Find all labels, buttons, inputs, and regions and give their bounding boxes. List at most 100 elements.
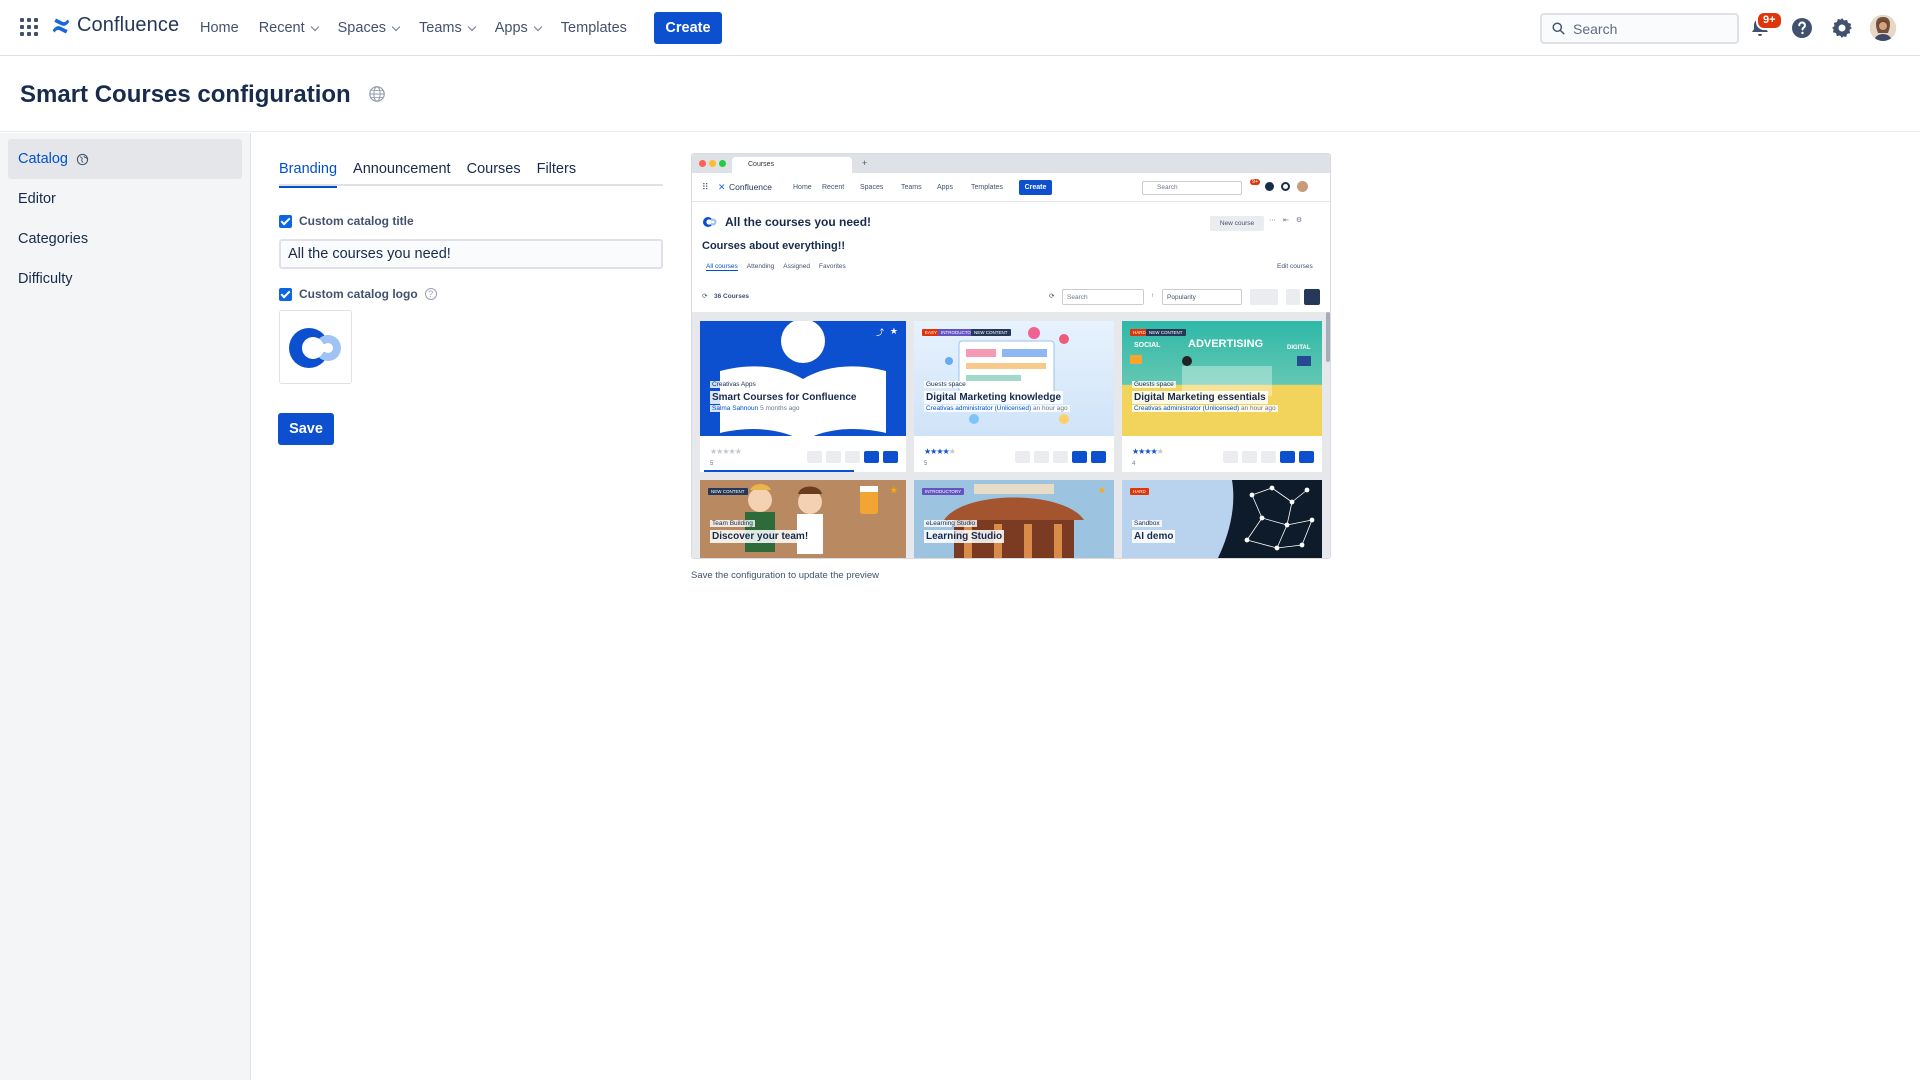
preview-new-course-button: New course	[1210, 216, 1264, 231]
rating-stars: ★★★★★	[1132, 447, 1164, 456]
preview-card-count: 5	[924, 461, 928, 467]
preview-card-footer: ★★★★★ 5	[914, 440, 1114, 472]
preview-browser-tab: Courses	[732, 157, 852, 173]
preview-card-space: Guests space	[924, 381, 968, 388]
preview-card-time: an hour ago	[1240, 405, 1276, 412]
tab-announcement[interactable]: Announcement	[353, 155, 459, 186]
preview-card-title: AI demo	[1132, 530, 1176, 543]
preview-card-count: 5	[710, 461, 714, 467]
preview-course-grid: ⤴ ★ Creativas Apps Smart Courses for Con…	[692, 312, 1330, 558]
catalog-preview: Courses + ⠿ ✕ Confluence Home Recent Spa…	[691, 153, 1331, 559]
preview-filter-button	[1250, 289, 1278, 305]
settings-icon[interactable]	[1830, 16, 1854, 40]
preview-course-card: ⤴ ★ Creativas Apps Smart Courses for Con…	[700, 321, 906, 472]
sidebar-item-difficulty[interactable]: Difficulty	[8, 259, 242, 299]
preview-card-title: Smart Courses for Confluence	[710, 391, 859, 404]
help-icon[interactable]	[1790, 16, 1814, 40]
preview-card-author: Creativas administrator (Unlicensed) an …	[924, 405, 1070, 412]
custom-title-label: Custom catalog title	[299, 214, 414, 228]
preview-card-title: Learning Studio	[924, 530, 1005, 543]
user-avatar[interactable]	[1870, 15, 1896, 41]
logo-upload[interactable]	[279, 310, 352, 384]
preview-card-tag: NEW CONTENT	[1146, 329, 1186, 336]
book-reader-illustration	[720, 321, 886, 441]
advertising-illustration: SOCIAL ADVERTISING DIGITAL	[1130, 338, 1311, 396]
preview-tab: Favorites	[819, 263, 846, 270]
nav-apps[interactable]: Apps	[485, 12, 551, 44]
custom-title-checkbox[interactable]	[279, 214, 292, 228]
custom-logo-label: Custom catalog logo	[299, 287, 418, 301]
preview-nav-link: Recent	[822, 184, 845, 191]
tab-courses[interactable]: Courses	[467, 155, 529, 186]
confluence-logo[interactable]: Confluence	[51, 14, 179, 37]
preview-card-actions	[1015, 451, 1106, 463]
preview-card-title: Digital Marketing essentials	[1132, 391, 1268, 404]
chevron-down-icon	[391, 22, 401, 31]
sidebar-item-categories[interactable]: Categories	[8, 219, 242, 259]
question-icon[interactable]: ?	[424, 288, 437, 300]
preview-tab: Attending	[746, 263, 775, 270]
search-box[interactable]	[1540, 13, 1739, 44]
nav-recent[interactable]: Recent	[249, 12, 328, 44]
preview-sort-icon: ↑	[1151, 292, 1155, 299]
preview-settings-icon	[1281, 182, 1290, 191]
preview-card-space: Sandbox	[1132, 520, 1162, 527]
preview-nav-link: Teams	[901, 184, 922, 191]
preview-count: 36 Courses	[714, 293, 750, 300]
preview-card-image	[700, 321, 906, 441]
chevron-down-icon	[467, 22, 476, 31]
preview-create-button: Create	[1019, 180, 1052, 195]
nav-templates[interactable]: Templates	[551, 12, 637, 44]
preview-course-card: EASY INTRODUCTORY NEW CONTENT Guests spa…	[914, 321, 1114, 472]
tab-filters[interactable]: Filters	[537, 155, 584, 186]
preview-catalog-title: All the courses you need!	[725, 215, 872, 229]
preview-confluence-icon: ✕	[718, 182, 726, 192]
preview-card-image: SOCIAL ADVERTISING DIGITAL	[1122, 321, 1322, 436]
minimize-dot-icon	[709, 160, 716, 167]
sidebar-item-editor[interactable]: Editor	[8, 179, 242, 219]
preview-card-space: Guests space	[1132, 381, 1176, 388]
preview-list-view-icon	[1286, 289, 1300, 305]
preview-brand: Confluence	[729, 182, 773, 192]
preview-card-space: Creativas Apps	[710, 381, 758, 388]
save-button[interactable]: Save	[278, 413, 334, 445]
nav-home[interactable]: Home	[190, 12, 249, 44]
custom-title-input[interactable]	[279, 239, 663, 269]
custom-logo-checkbox[interactable]	[279, 287, 292, 301]
nav-teams[interactable]: Teams	[409, 12, 485, 44]
preview-card-tag: NEW CONTENT	[708, 488, 748, 495]
app-switcher-icon[interactable]	[20, 18, 40, 38]
preview-card-author-name: Salma Sahnoun	[712, 405, 759, 412]
search-input[interactable]	[1573, 20, 1723, 37]
preview-card-footer: ★★★★★ 4	[1122, 440, 1322, 472]
preview-header-actions: ⋯⇤⚙	[1269, 217, 1310, 224]
star-icon: ★	[889, 326, 898, 336]
nav-apps-label: Apps	[494, 20, 528, 36]
tab-branding[interactable]: Branding	[279, 155, 345, 188]
notification-badge: 9+	[1756, 11, 1783, 30]
preview-tabs: All courses Attending Assigned Favorites	[706, 263, 855, 271]
banner-word-social: SOCIAL	[1134, 342, 1161, 349]
new-tab-icon: +	[862, 158, 868, 168]
sidebar-item-label: Difficulty	[18, 271, 73, 287]
preview-card-author-name: Creativas administrator (Unlicensed)	[1134, 405, 1240, 412]
brand-name: Confluence	[77, 14, 180, 36]
nav-spaces[interactable]: Spaces	[328, 12, 409, 44]
preview-card-actions	[807, 451, 898, 463]
nav-spaces-label: Spaces	[337, 20, 387, 36]
preview-reload-icon: ⟳	[1049, 293, 1055, 300]
sidebar-item-catalog[interactable]: Catalog	[8, 139, 242, 179]
create-button[interactable]: Create	[654, 12, 722, 44]
config-tabs: Branding Announcement Courses Filters	[279, 155, 663, 188]
primary-nav: Home Recent Spaces Teams Apps Templates	[190, 0, 637, 56]
preview-card-footer: ★★★★★ 5	[700, 440, 906, 472]
preview-card-space: eLearning Studio	[924, 520, 978, 527]
preview-card-tag: HARD	[1130, 488, 1149, 495]
preview-card-author-name: Creativas administrator (Unlicensed)	[926, 405, 1032, 412]
chevron-down-icon	[310, 22, 319, 31]
share-icon: ⤴	[876, 328, 884, 337]
marketing-illustration	[945, 327, 1069, 424]
page-title: Smart Courses configuration	[20, 81, 351, 108]
preview-card-time: an hour ago	[1032, 405, 1068, 412]
star-icon: ★	[889, 485, 898, 495]
